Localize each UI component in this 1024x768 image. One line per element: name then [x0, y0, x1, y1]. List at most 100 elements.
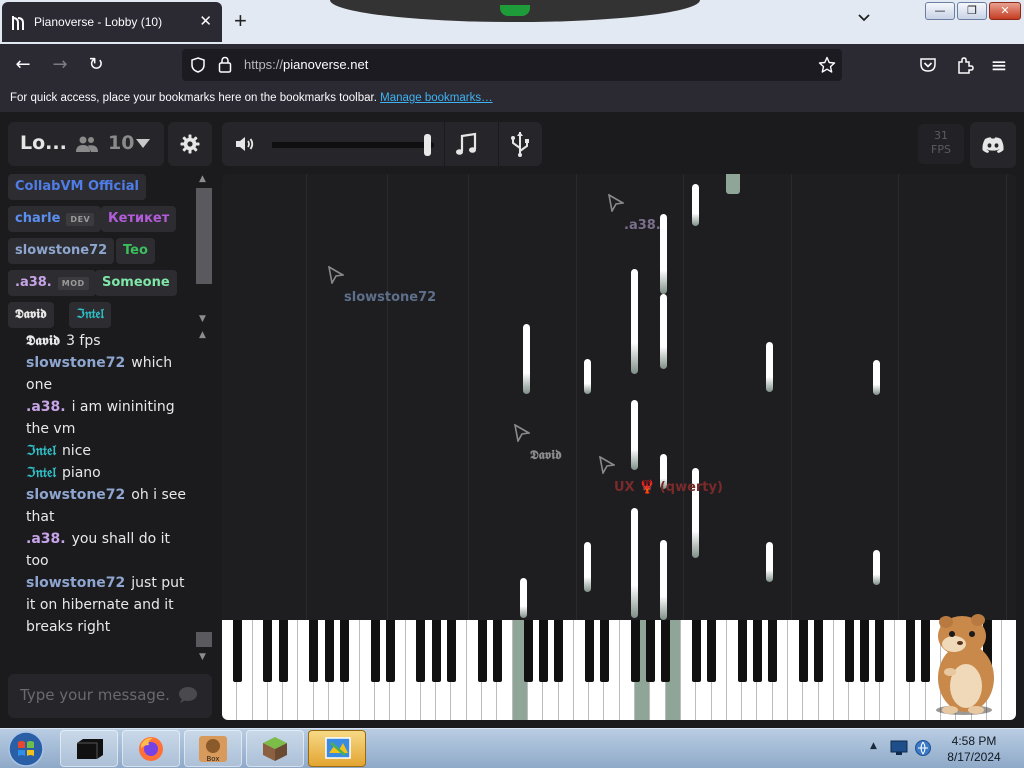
black-key[interactable]: [477, 620, 487, 682]
lock-icon[interactable]: [218, 56, 232, 73]
chat-username[interactable]: .a38.: [26, 531, 66, 547]
chat-username[interactable]: ℑ𝔫𝔱𝔢𝔩: [26, 465, 56, 481]
new-tab-button[interactable]: +: [234, 8, 247, 34]
black-key[interactable]: [630, 620, 640, 682]
chat-message-input[interactable]: [20, 686, 170, 704]
chat-bubble-icon[interactable]: [178, 686, 198, 704]
browser-tab-pianoverse[interactable]: Pianoverse - Lobby (10) ✕: [2, 2, 222, 42]
black-key[interactable]: [538, 620, 548, 682]
scroll-up-arrow-icon[interactable]: ▲: [199, 330, 206, 340]
window-minimize-button[interactable]: —: [925, 2, 955, 20]
black-key[interactable]: [492, 620, 502, 682]
black-key[interactable]: [232, 620, 242, 682]
black-key[interactable]: [370, 620, 380, 682]
window-close-button[interactable]: ✕: [989, 2, 1021, 20]
chat-username[interactable]: slowstone72: [26, 487, 125, 503]
black-key[interactable]: [691, 620, 701, 682]
scroll-down-arrow-icon[interactable]: ▼: [199, 314, 206, 324]
taskbar-app-box[interactable]: Box: [184, 730, 242, 767]
black-key[interactable]: [385, 620, 395, 682]
user-chip[interactable]: 𝕯𝖆𝖛𝖎𝖉: [8, 302, 54, 328]
scroll-down-arrow-icon[interactable]: ▼: [199, 652, 206, 662]
chat-username[interactable]: 𝕯𝖆𝖛𝖎𝖉: [26, 333, 60, 349]
settings-button[interactable]: [168, 122, 212, 166]
tab-close-icon[interactable]: ✕: [199, 12, 212, 30]
network-status-icon[interactable]: [914, 739, 932, 757]
black-key[interactable]: [416, 620, 426, 682]
taskbar-app-minecraft[interactable]: [246, 730, 304, 767]
user-chip[interactable]: ℑ𝔫𝔱𝔢𝔩: [69, 302, 111, 328]
chat-username[interactable]: slowstone72: [26, 575, 125, 591]
user-chip[interactable]: charle DEV: [8, 206, 102, 232]
scrollbar-thumb[interactable]: [196, 188, 212, 284]
user-chip[interactable]: Someone: [95, 270, 177, 296]
black-key[interactable]: [768, 620, 778, 682]
list-all-tabs-chevron-icon[interactable]: [856, 10, 872, 26]
chat-username[interactable]: ℑ𝔫𝔱𝔢𝔩: [26, 443, 56, 459]
back-arrow-icon[interactable]: ←: [12, 54, 34, 76]
fps-value: 31: [934, 129, 948, 142]
app-menu-hamburger-icon[interactable]: ≡: [988, 54, 1010, 76]
window-maximize-button[interactable]: ❐: [957, 2, 987, 20]
black-key[interactable]: [523, 620, 533, 682]
extensions-puzzle-icon[interactable]: [955, 55, 975, 75]
black-key[interactable]: [447, 620, 456, 682]
volume-slider-handle[interactable]: [423, 134, 431, 156]
reload-icon[interactable]: ↻: [85, 54, 107, 76]
scroll-up-arrow-icon[interactable]: ▲: [199, 174, 206, 184]
black-key[interactable]: [906, 620, 915, 682]
black-key[interactable]: [798, 620, 808, 682]
pocket-icon[interactable]: [919, 56, 937, 74]
lobby-selector-button[interactable]: Lo... 10: [8, 122, 164, 166]
black-key[interactable]: [860, 620, 870, 682]
music-note-icon[interactable]: [454, 132, 480, 158]
black-key[interactable]: [661, 620, 671, 682]
speaker-volume-icon[interactable]: [234, 134, 256, 154]
taskbar-clock[interactable]: 4:58 PM 8/17/2024: [932, 733, 1016, 765]
black-key[interactable]: [263, 620, 273, 682]
bookmark-star-icon[interactable]: [818, 56, 836, 74]
black-key[interactable]: [875, 620, 885, 682]
usb-midi-icon[interactable]: [508, 131, 532, 157]
black-key[interactable]: [753, 620, 762, 682]
chat-username[interactable]: .a38.: [26, 399, 66, 415]
scrollbar-thumb[interactable]: [196, 632, 212, 647]
user-chip[interactable]: .a38. MOD: [8, 270, 96, 296]
black-key[interactable]: [324, 620, 334, 682]
forward-arrow-icon[interactable]: →: [49, 54, 71, 76]
chat-scrollbar[interactable]: ▲ ▼: [196, 330, 212, 667]
user-role-tag: MOD: [57, 277, 89, 290]
black-key[interactable]: [431, 620, 441, 682]
chat-username[interactable]: slowstone72: [26, 355, 125, 371]
display-monitor-icon[interactable]: [890, 740, 908, 756]
black-key[interactable]: [814, 620, 824, 682]
black-key[interactable]: [707, 620, 717, 682]
taskbar-app-active-window[interactable]: [308, 730, 366, 767]
user-chip[interactable]: Кетикет: [101, 206, 177, 232]
user-chip[interactable]: CollabVM Official: [8, 174, 146, 200]
address-bar[interactable]: https://pianoverse.net: [182, 49, 842, 81]
taskbar-app-firefox[interactable]: [122, 730, 180, 767]
user-chip[interactable]: Teo: [116, 238, 155, 264]
black-key[interactable]: [584, 620, 594, 682]
discord-icon: [982, 137, 1004, 153]
black-key[interactable]: [278, 620, 288, 682]
user-chip[interactable]: slowstone72: [8, 238, 115, 264]
user-list-scrollbar[interactable]: ▲ ▼: [196, 174, 212, 326]
black-key[interactable]: [339, 620, 349, 682]
windows-start-orb-icon[interactable]: [4, 730, 48, 768]
black-key[interactable]: [600, 620, 609, 682]
volume-slider[interactable]: [272, 134, 434, 156]
black-key[interactable]: [309, 620, 319, 682]
black-key[interactable]: [844, 620, 854, 682]
shield-icon[interactable]: [190, 57, 206, 73]
show-hidden-icons-arrow-icon[interactable]: ▲: [870, 741, 877, 751]
discord-button[interactable]: [970, 122, 1016, 168]
black-key[interactable]: [554, 620, 564, 682]
fps-unit: FPS: [931, 143, 951, 156]
black-key[interactable]: [737, 620, 747, 682]
black-key[interactable]: [645, 620, 655, 682]
piano-keyboard[interactable]: [222, 620, 1016, 720]
taskbar-app-terminal[interactable]: [60, 730, 118, 767]
manage-bookmarks-link[interactable]: Manage bookmarks…: [380, 92, 493, 104]
